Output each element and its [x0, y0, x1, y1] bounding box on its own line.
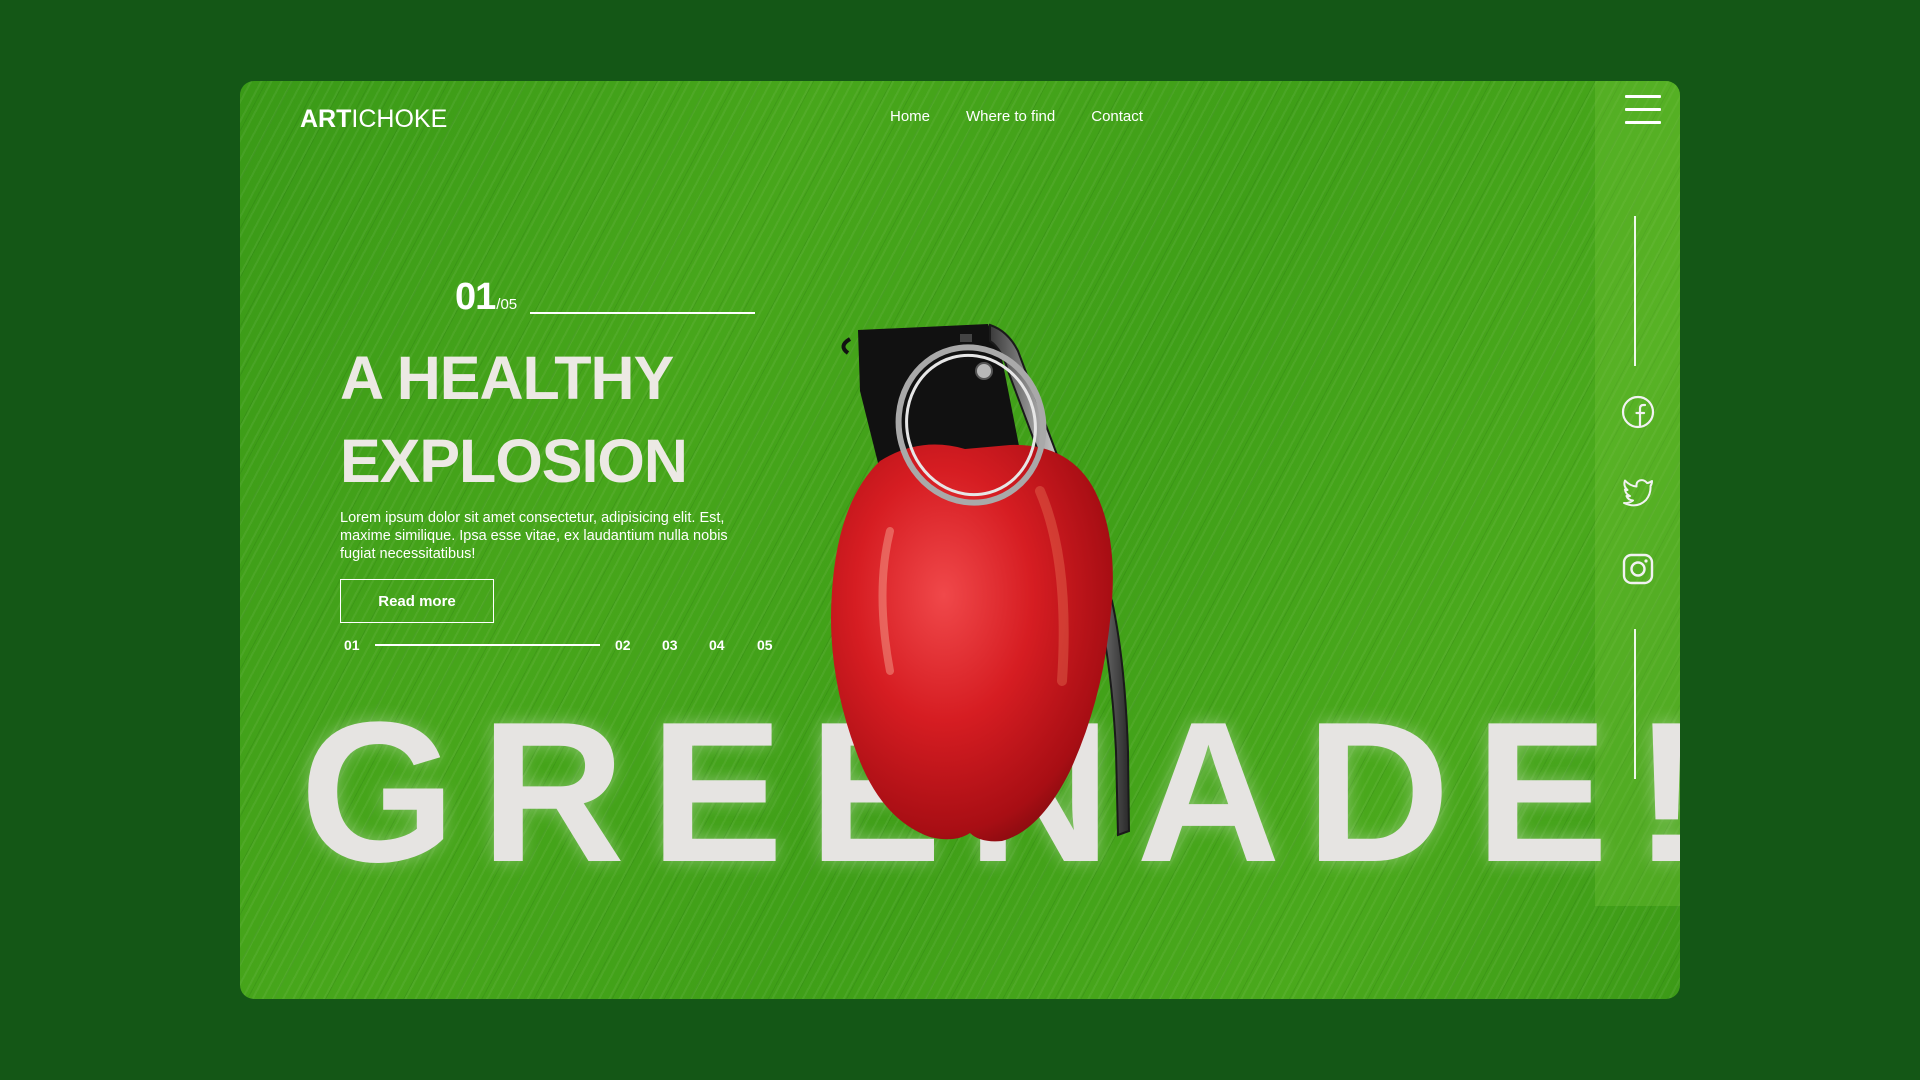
pager-item-01[interactable]: 01 [344, 637, 360, 653]
nav-item-contact[interactable]: Contact [1091, 108, 1143, 125]
headline-line-1: A HEALTHY [340, 344, 674, 412]
facebook-icon[interactable] [1621, 395, 1655, 429]
logo-bold-part: ART [300, 105, 352, 133]
pager-item-03[interactable]: 03 [662, 637, 678, 653]
slide-counter: 01 /05 [455, 276, 517, 319]
instagram-icon[interactable] [1621, 552, 1655, 586]
hero-headline: A HEALTHY EXPLOSION [340, 337, 860, 503]
logo-regular-part: ICHOKE [351, 105, 448, 133]
hamburger-menu-icon[interactable] [1625, 95, 1661, 127]
slide-total: /05 [496, 296, 518, 313]
brand-logo[interactable]: ART ICHOKE [300, 105, 447, 134]
slide-current: 01 [455, 276, 496, 318]
counter-divider [530, 312, 755, 314]
pager-item-04[interactable]: 04 [709, 637, 725, 653]
headline-line-2: EXPLOSION [340, 427, 688, 495]
pager-item-02[interactable]: 02 [615, 637, 631, 653]
grenade-apple-image [831, 323, 1131, 842]
pager-item-05[interactable]: 05 [757, 637, 773, 653]
hero-description: Lorem ipsum dolor sit amet consectetur, … [340, 510, 728, 562]
nav-item-where-to-find[interactable]: Where to find [966, 108, 1055, 125]
hero-card: ARTICHOKE Home Where to find Contact GRE… [240, 81, 1680, 999]
nav-item-home[interactable]: Home [890, 108, 930, 125]
main-nav: Home Where to find Contact [890, 108, 1143, 125]
pager-progress-line [375, 644, 600, 646]
twitter-icon[interactable] [1621, 474, 1655, 508]
rail-divider-top [1634, 216, 1636, 366]
read-more-button[interactable]: Read more [340, 579, 494, 623]
